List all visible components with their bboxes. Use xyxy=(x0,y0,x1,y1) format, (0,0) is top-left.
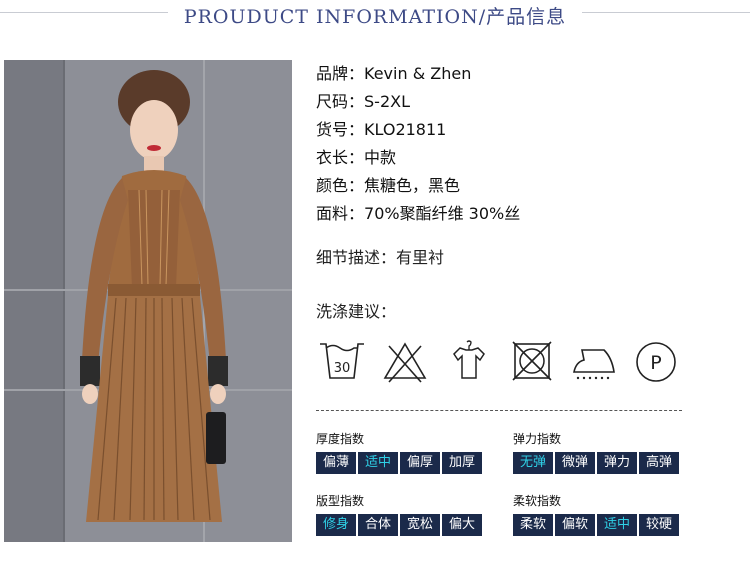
detail-description: 细节描述：有里衬 xyxy=(316,244,444,272)
index-options: 偏薄 适中 偏厚 加厚 xyxy=(316,452,482,474)
index-option: 合体 xyxy=(358,514,398,536)
spec-label: 面料： xyxy=(316,204,365,223)
section-title: PROUDUCT INFORMATION/产品信息 xyxy=(183,6,567,28)
wash-icon-row: 30 P xyxy=(316,338,682,388)
index-options: 修身 合体 宽松 偏大 xyxy=(316,514,482,536)
index-option: 高弹 xyxy=(639,452,679,474)
index-option: 偏大 xyxy=(442,514,482,536)
spec-length: 衣长：中款 xyxy=(316,144,520,172)
section-header: PROUDUCT INFORMATION/产品信息 xyxy=(0,0,750,34)
index-options: 柔软 偏软 适中 较硬 xyxy=(513,514,679,536)
spec-list: 品牌：Kevin & Zhen 尺码：S-2XL 货号：KLO21811 衣长：… xyxy=(316,60,520,228)
index-option: 较硬 xyxy=(639,514,679,536)
softness-index: 柔软指数 柔软 偏软 适中 较硬 xyxy=(513,492,679,536)
wash-30-icon: 30 xyxy=(316,338,368,386)
spec-label: 尺码： xyxy=(316,92,365,111)
index-option: 偏薄 xyxy=(316,452,356,474)
index-option: 宽松 xyxy=(400,514,440,536)
index-title: 厚度指数 xyxy=(316,432,365,446)
wash-temp-text: 30 xyxy=(334,361,351,376)
spec-value: KLO21811 xyxy=(364,120,447,139)
thickness-index: 厚度指数 偏薄 适中 偏厚 加厚 xyxy=(316,430,482,474)
index-option-selected: 修身 xyxy=(316,514,356,536)
index-option: 柔软 xyxy=(513,514,553,536)
iron-icon xyxy=(568,338,620,386)
wash-title: 洗涤建议： xyxy=(316,302,397,321)
elasticity-index: 弹力指数 无弹 微弹 弹力 高弹 xyxy=(513,430,679,474)
spec-brand: 品牌：Kevin & Zhen xyxy=(316,60,520,88)
spec-label: 货号： xyxy=(316,120,365,139)
detail-value: 有里衬 xyxy=(396,248,445,267)
spec-value: 中款 xyxy=(364,148,397,167)
hang-dry-icon xyxy=(442,338,494,386)
section-divider xyxy=(316,410,682,411)
product-photo xyxy=(4,60,292,542)
no-tumble-dry-icon xyxy=(505,338,557,386)
index-title: 柔软指数 xyxy=(513,494,562,508)
dry-clean-letter: P xyxy=(650,352,661,374)
spec-color: 颜色：焦糖色，黑色 xyxy=(316,172,520,200)
index-option-selected: 适中 xyxy=(358,452,398,474)
spec-size: 尺码：S-2XL xyxy=(316,88,520,116)
header-rule-left xyxy=(0,12,168,13)
spec-value: Kevin & Zhen xyxy=(364,64,472,83)
spec-item-number: 货号：KLO21811 xyxy=(316,116,520,144)
index-option: 偏软 xyxy=(555,514,595,536)
fit-index: 版型指数 修身 合体 宽松 偏大 xyxy=(316,492,482,536)
index-option: 加厚 xyxy=(442,452,482,474)
index-option: 偏厚 xyxy=(400,452,440,474)
index-option: 微弹 xyxy=(555,452,595,474)
spec-value: 70%聚酯纤维 30%丝 xyxy=(364,204,521,223)
spec-label: 衣长： xyxy=(316,148,365,167)
index-option-selected: 无弹 xyxy=(513,452,553,474)
index-option-selected: 适中 xyxy=(597,514,637,536)
spec-value: 焦糖色，黑色 xyxy=(364,176,461,195)
index-title: 版型指数 xyxy=(316,494,365,508)
header-rule-right xyxy=(582,12,750,13)
spec-fabric: 面料：70%聚酯纤维 30%丝 xyxy=(316,200,520,228)
spec-label: 颜色： xyxy=(316,176,365,195)
index-option: 弹力 xyxy=(597,452,637,474)
index-options: 无弹 微弹 弹力 高弹 xyxy=(513,452,679,474)
index-title: 弹力指数 xyxy=(513,432,562,446)
detail-label: 细节描述： xyxy=(316,248,397,267)
spec-label: 品牌： xyxy=(316,64,365,83)
dry-clean-p-icon: P xyxy=(630,338,682,386)
no-bleach-icon xyxy=(379,338,431,386)
spec-value: S-2XL xyxy=(364,92,410,111)
